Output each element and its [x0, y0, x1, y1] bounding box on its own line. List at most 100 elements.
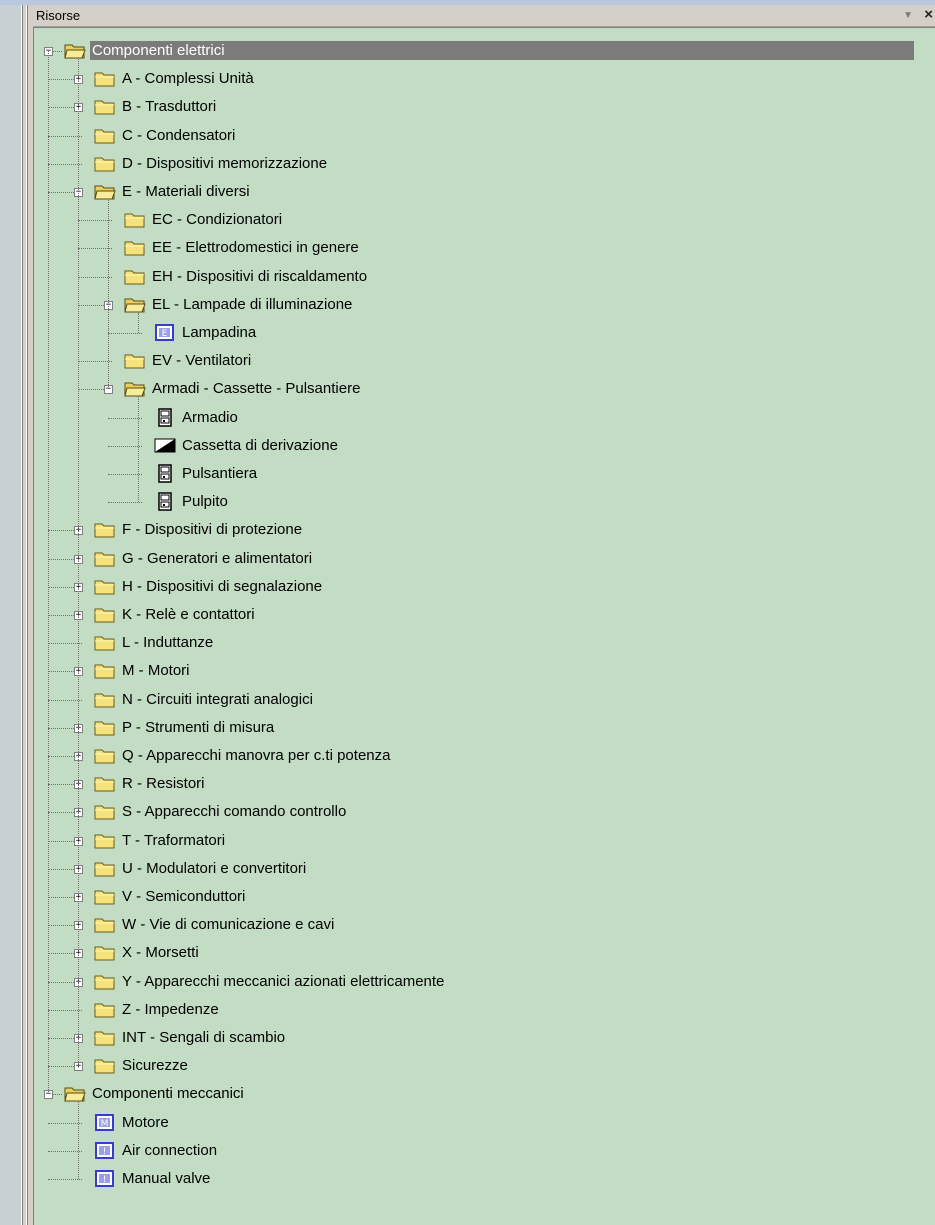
tree-node-label[interactable]: R - Resistori — [120, 774, 207, 793]
tree-connector — [48, 135, 82, 137]
tree-node-cassetta-di-derivazione[interactable]: Cassetta di derivazione — [34, 433, 934, 459]
tree-node-r-resistori[interactable]: + R - Resistori — [34, 771, 934, 797]
tree-node-m-motori[interactable]: + M - Motori — [34, 658, 934, 684]
tree-node-label[interactable]: Air connection — [120, 1141, 219, 1160]
tree-node-eh-dispositivi-di-riscaldamento[interactable]: EH - Dispositivi di riscaldamento — [34, 264, 934, 290]
tree-node-label[interactable]: Componenti meccanici — [90, 1084, 246, 1103]
tree-node-label[interactable]: Armadio — [180, 408, 240, 427]
folder-icon — [94, 859, 116, 878]
tree-node-label[interactable]: Q - Apparecchi manovra per c.ti potenza — [120, 746, 392, 765]
tree-node-v-semiconduttori[interactable]: + V - Semiconduttori — [34, 884, 934, 910]
tree-node-label[interactable]: Pulsantiera — [180, 464, 259, 483]
tree-node-componenti-elettrici[interactable]: − Componenti elettrici — [34, 38, 934, 64]
tree-node-label[interactable]: EH - Dispositivi di riscaldamento — [150, 267, 369, 286]
tree-node-label[interactable]: C - Condensatori — [120, 126, 237, 145]
tree-node-g-generatori-e-alimentatori[interactable]: + G - Generatori e alimentatori — [34, 546, 934, 572]
tree-node-a-complessi-unita[interactable]: + A - Complessi Unità — [34, 66, 934, 92]
tree-node-w-vie-di-comunicazione-e-cavi[interactable]: + W - Vie di comunicazione e cavi — [34, 912, 934, 938]
tree-node-label[interactable]: G - Generatori e alimentatori — [120, 549, 314, 568]
tree-node-f-dispositivi-di-protezione[interactable]: + F - Dispositivi di protezione — [34, 517, 934, 543]
tree-node-label[interactable]: N - Circuiti integrati analogici — [120, 690, 315, 709]
tree-node-armadio[interactable]: Armadio — [34, 405, 934, 431]
folder-icon — [94, 97, 116, 116]
tree-node-label[interactable]: Motore — [120, 1113, 171, 1132]
resource-tree[interactable]: − Componenti elettrici + A - Complessi Unit… — [33, 27, 935, 1225]
tree-node-label[interactable]: W - Vie di comunicazione e cavi — [120, 915, 336, 934]
tree-node-label[interactable]: F - Dispositivi di protezione — [120, 520, 304, 539]
tree-node-label[interactable]: H - Dispositivi di segnalazione — [120, 577, 324, 596]
tree-node-label[interactable]: V - Semiconduttori — [120, 887, 247, 906]
tree-node-label[interactable]: M - Motori — [120, 661, 192, 680]
tree-node-b-trasduttori[interactable]: + B - Trasduttori — [34, 94, 934, 120]
tree-node-label[interactable]: B - Trasduttori — [120, 97, 218, 116]
tree-node-c-condensatori[interactable]: C - Condensatori — [34, 123, 934, 149]
tree-node-l-induttanze[interactable]: L - Induttanze — [34, 630, 934, 656]
tree-node-label[interactable]: Y - Apparecchi meccanici azionati elettr… — [120, 972, 446, 991]
tree-node-h-dispositivi-di-segnalazione[interactable]: + H - Dispositivi di segnalazione — [34, 574, 934, 600]
tree-node-z-impedenze[interactable]: Z - Impedenze — [34, 997, 934, 1023]
tree-node-ee-elettrodomestici-in-genere[interactable]: EE - Elettrodomestici in genere — [34, 235, 934, 261]
tree-node-label[interactable]: X - Morsetti — [120, 943, 201, 962]
tree-node-label[interactable]: D - Dispositivi memorizzazione — [120, 154, 329, 173]
tree-node-label[interactable]: EL - Lampade di illuminazione — [150, 295, 354, 314]
tree-node-int-sengali-di-scambio[interactable]: + INT - Sengali di scambio — [34, 1025, 934, 1051]
tree-node-q-apparecchi-manovra-per-c-ti-potenza[interactable]: + Q - Apparecchi manovra per c.ti potenza — [34, 743, 934, 769]
tree-node-label[interactable]: Sicurezze — [120, 1056, 190, 1075]
tree-node-p-strumenti-di-misura[interactable]: + P - Strumenti di misura — [34, 715, 934, 741]
folder-icon — [94, 633, 116, 652]
tree-node-label[interactable]: U - Modulatori e convertitori — [120, 859, 308, 878]
tree-node-label[interactable]: Z - Impedenze — [120, 1000, 221, 1019]
tree-node-motore[interactable]: M Motore — [34, 1110, 934, 1136]
tree-node-label[interactable]: INT - Sengali di scambio — [120, 1028, 287, 1047]
tree-node-label[interactable]: A - Complessi Unità — [120, 69, 256, 88]
tree-node-sicurezze[interactable]: + Sicurezze — [34, 1053, 934, 1079]
close-button[interactable]: × — [924, 6, 933, 23]
tree-node-y-apparecchi-meccanici-azionati-elettricamente[interactable]: + Y - Apparecchi meccanici azionati elett… — [34, 969, 934, 995]
tree-node-manual-valve[interactable]: ! Manual valve — [34, 1166, 934, 1192]
tree-node-label[interactable]: Armadi - Cassette - Pulsantiere — [150, 379, 362, 398]
tree-node-label[interactable]: Cassetta di derivazione — [180, 436, 340, 455]
tree-node-label[interactable]: Lampadina — [180, 323, 258, 342]
tree-node-ec-condizionatori[interactable]: EC - Condizionatori — [34, 207, 934, 233]
svg-text:!: ! — [103, 1175, 107, 1185]
tree-node-x-morsetti[interactable]: + X - Morsetti — [34, 940, 934, 966]
dock-grip[interactable] — [21, 5, 33, 1225]
tree-node-pulsantiera[interactable]: Pulsantiera — [34, 461, 934, 487]
panel-title-bar: Risorse ▼ × — [33, 5, 935, 27]
open-folder-icon — [64, 41, 86, 60]
tree-node-pulpito[interactable]: Pulpito — [34, 489, 934, 515]
junction-box-icon — [154, 436, 176, 455]
tree-node-el-lampade-di-illuminazione[interactable]: − EL - Lampade di illuminazione — [34, 292, 934, 318]
tree-node-ev-ventilatori[interactable]: EV - Ventilatori — [34, 348, 934, 374]
tree-connector — [108, 417, 142, 419]
tree-node-u-modulatori-e-convertitori[interactable]: + U - Modulatori e convertitori — [34, 856, 934, 882]
tree-node-label[interactable]: EV - Ventilatori — [150, 351, 253, 370]
tree-node-air-connection[interactable]: ! Air connection — [34, 1138, 934, 1164]
tree-node-lampadina[interactable]: E Lampadina — [34, 320, 934, 346]
tree-node-n-circuiti-integrati-analogici[interactable]: N - Circuiti integrati analogici — [34, 687, 934, 713]
tree-node-label[interactable]: P - Strumenti di misura — [120, 718, 276, 737]
folder-icon — [94, 1000, 116, 1019]
tree-node-label[interactable]: EE - Elettrodomestici in genere — [150, 238, 361, 257]
tree-node-componenti-meccanici[interactable]: − Componenti meccanici — [34, 1081, 934, 1107]
tree-node-d-dispositivi-memorizzazione[interactable]: D - Dispositivi memorizzazione — [34, 151, 934, 177]
tree-node-label[interactable]: Pulpito — [180, 492, 230, 511]
folder-icon — [124, 351, 146, 370]
pin-icon[interactable]: ▼ — [903, 10, 913, 21]
tree-node-label[interactable]: E - Materiali diversi — [120, 182, 252, 201]
tree-node-label[interactable]: Manual valve — [120, 1169, 212, 1188]
tree-node-e-materiali-diversi[interactable]: − E - Materiali diversi — [34, 179, 934, 205]
tree-node-label[interactable]: T - Traformatori — [120, 831, 227, 850]
tree-node-t-traformatori[interactable]: + T - Traformatori — [34, 828, 934, 854]
tree-connector — [48, 1122, 82, 1124]
tree-node-label[interactable]: K - Relè e contattori — [120, 605, 257, 624]
tree-node-label[interactable]: L - Induttanze — [120, 633, 215, 652]
folder-icon — [94, 690, 116, 709]
tree-node-label[interactable]: S - Apparecchi comando controllo — [120, 802, 348, 821]
tree-connector — [48, 699, 82, 701]
tree-node-label[interactable]: EC - Condizionatori — [150, 210, 284, 229]
tree-node-label[interactable]: Componenti elettrici — [90, 41, 914, 60]
tree-node-k-rele-e-contattori[interactable]: + K - Relè e contattori — [34, 602, 934, 628]
tree-node-s-apparecchi-comando-controllo[interactable]: + S - Apparecchi comando controllo — [34, 799, 934, 825]
tree-node-armadi-cassette-pulsantiere[interactable]: − Armadi - Cassette - Pulsantiere — [34, 376, 934, 402]
